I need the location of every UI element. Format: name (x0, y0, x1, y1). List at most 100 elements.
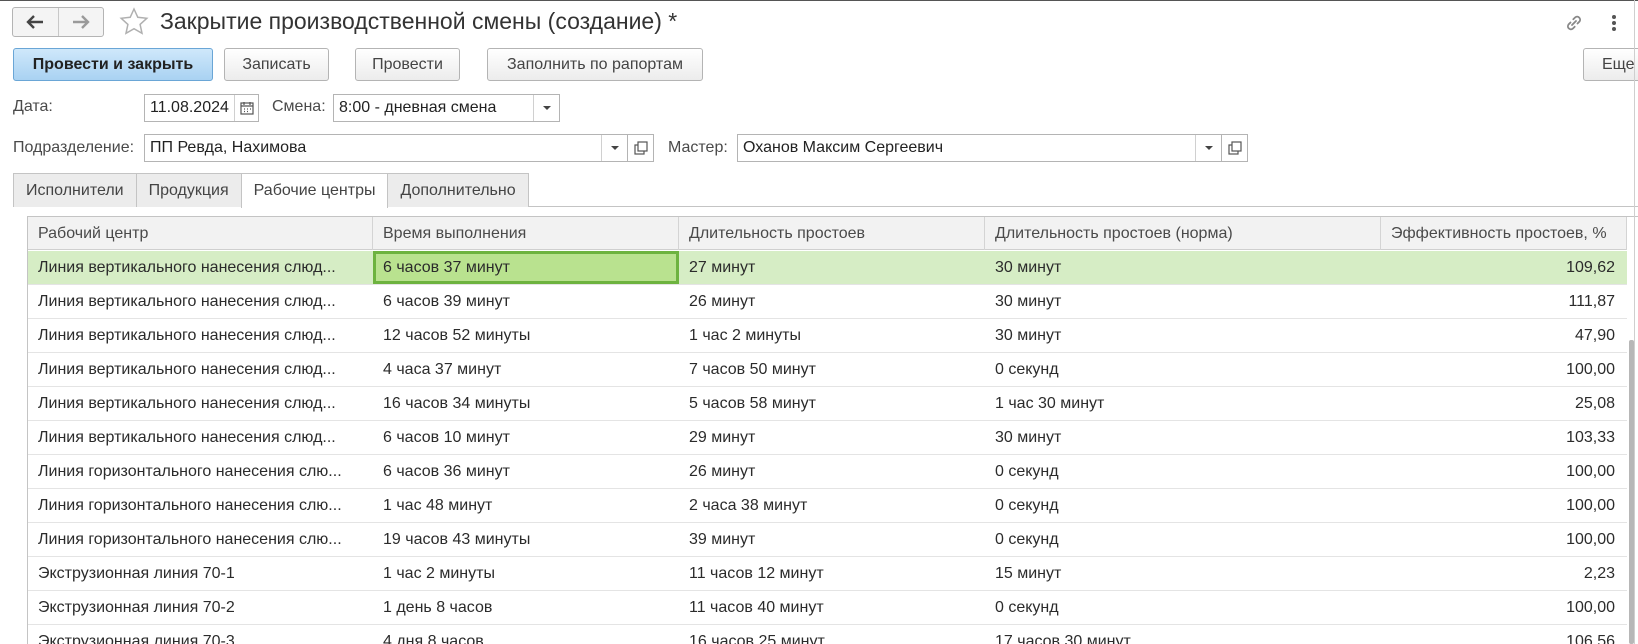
table-cell[interactable]: Линия горизонтального нанесения слю... (28, 489, 373, 522)
table-row[interactable]: Экструзионная линия 70-3 4 дня 8 часов 16 … (28, 625, 1627, 644)
table-row[interactable]: Экструзионная линия 70-1 1 час 2 минуты 11… (28, 557, 1627, 591)
table-cell[interactable]: Линия вертикального нанесения слюд... (28, 387, 373, 420)
table-cell[interactable]: 111,87 (1381, 285, 1627, 318)
table-cell[interactable]: 103,33 (1381, 421, 1627, 454)
table-cell[interactable]: 0 секунд (985, 523, 1381, 556)
master-field[interactable]: Оханов Максим Сергеевич (737, 134, 1222, 162)
tab-executors[interactable]: Исполнители (13, 173, 137, 207)
tab-additional[interactable]: Дополнительно (387, 173, 529, 207)
division-field[interactable]: ПП Ревда, Нахимова (144, 134, 628, 162)
table-cell[interactable]: 106,56 (1381, 625, 1627, 644)
table-cell[interactable]: 1 час 2 минуты (373, 557, 679, 590)
table-cell[interactable]: 0 секунд (985, 353, 1381, 386)
table-cell[interactable]: 11 часов 40 минут (679, 591, 985, 624)
more-button[interactable]: Еще (1583, 48, 1638, 81)
column-header[interactable]: Рабочий центр (28, 217, 373, 250)
table-cell[interactable]: 100,00 (1381, 455, 1627, 488)
table-cell[interactable]: 39 минут (679, 523, 985, 556)
date-field[interactable]: 11.08.2024 (144, 94, 259, 122)
save-button[interactable]: Записать (224, 48, 329, 81)
table-cell[interactable]: Линия вертикального нанесения слюд... (28, 285, 373, 318)
table-cell[interactable]: 30 минут (985, 319, 1381, 352)
master-open-button[interactable] (1222, 134, 1248, 162)
table-cell[interactable]: 29 минут (679, 421, 985, 454)
table-cell[interactable]: 30 минут (985, 421, 1381, 454)
table-cell[interactable]: 109,62 (1381, 251, 1627, 284)
table-cell[interactable]: Линия горизонтального нанесения слю... (28, 455, 373, 488)
tab-work-centers[interactable]: Рабочие центры (240, 173, 389, 208)
table-cell[interactable]: 19 часов 43 минуты (373, 523, 679, 556)
table-cell[interactable]: 100,00 (1381, 353, 1627, 386)
more-vertical-icon[interactable] (1606, 11, 1622, 35)
table-cell[interactable]: Экструзионная линия 70-1 (28, 557, 373, 590)
shift-dropdown-button[interactable] (533, 95, 559, 121)
table-cell[interactable]: 17 часов 30 минут (985, 625, 1381, 644)
fill-by-reports-button[interactable]: Заполнить по рапортам (487, 48, 703, 81)
table-row[interactable]: Линия вертикального нанесения слюд... 6 ч… (28, 251, 1627, 285)
table-row[interactable]: Экструзионная линия 70-2 1 день 8 часов 11… (28, 591, 1627, 625)
table-cell[interactable]: 2 часа 38 минут (679, 489, 985, 522)
table-cell[interactable]: Линия горизонтального нанесения слю... (28, 523, 373, 556)
table-row[interactable]: Линия горизонтального нанесения слю... 1 … (28, 489, 1627, 523)
back-button[interactable] (13, 8, 58, 36)
table-cell[interactable]: 16 часов 25 минут (679, 625, 985, 644)
table-cell[interactable]: 0 секунд (985, 455, 1381, 488)
table-cell[interactable]: 6 часов 10 минут (373, 421, 679, 454)
tab-products[interactable]: Продукция (135, 173, 242, 207)
table-cell[interactable]: 1 час 30 минут (985, 387, 1381, 420)
table-row[interactable]: Линия вертикального нанесения слюд... 6 ч… (28, 285, 1627, 319)
table-cell[interactable]: 1 день 8 часов (373, 591, 679, 624)
master-dropdown-button[interactable] (1195, 135, 1221, 161)
table-row[interactable]: Линия горизонтального нанесения слю... 19… (28, 523, 1627, 557)
table-row[interactable]: Линия вертикального нанесения слюд... 16 … (28, 387, 1627, 421)
table-cell[interactable]: 6 часов 39 минут (373, 285, 679, 318)
division-open-button[interactable] (628, 134, 654, 162)
table-row[interactable]: Линия вертикального нанесения слюд... 4 ч… (28, 353, 1627, 387)
table-cell[interactable]: 25,08 (1381, 387, 1627, 420)
column-header[interactable]: Длительность простоев (679, 217, 985, 250)
table-cell[interactable]: 4 дня 8 часов (373, 625, 679, 644)
division-dropdown-button[interactable] (601, 135, 627, 161)
table-cell[interactable]: 0 секунд (985, 591, 1381, 624)
table-cell[interactable]: 0 секунд (985, 489, 1381, 522)
table-row[interactable]: Линия вертикального нанесения слюд... 12 … (28, 319, 1627, 353)
table-cell[interactable]: 1 час 2 минуты (679, 319, 985, 352)
table-cell[interactable]: 11 часов 12 минут (679, 557, 985, 590)
table-cell[interactable]: 16 часов 34 минуты (373, 387, 679, 420)
table-cell[interactable]: 27 минут (679, 251, 985, 284)
star-icon[interactable] (118, 6, 150, 38)
forward-button[interactable] (57, 8, 104, 36)
table-cell[interactable]: 6 часов 36 минут (373, 455, 679, 488)
table-cell[interactable]: Экструзионная линия 70-2 (28, 591, 373, 624)
table-cell[interactable]: 12 часов 52 минуты (373, 319, 679, 352)
post-and-close-button[interactable]: Провести и закрыть (13, 48, 213, 81)
table-cell[interactable]: 6 часов 37 минут (373, 251, 679, 284)
post-button[interactable]: Провести (355, 48, 460, 81)
table-cell[interactable]: Линия вертикального нанесения слюд... (28, 251, 373, 284)
table-cell[interactable]: 7 часов 50 минут (679, 353, 985, 386)
table-cell[interactable]: Линия вертикального нанесения слюд... (28, 353, 373, 386)
column-header[interactable]: Длительность простоев (норма) (985, 217, 1381, 250)
table-cell[interactable]: 100,00 (1381, 523, 1627, 556)
table-cell[interactable]: 100,00 (1381, 591, 1627, 624)
table-cell[interactable]: 47,90 (1381, 319, 1627, 352)
table-cell[interactable]: 30 минут (985, 251, 1381, 284)
table-cell[interactable]: 2,23 (1381, 557, 1627, 590)
table-cell[interactable]: 15 минут (985, 557, 1381, 590)
table-cell[interactable]: Линия вертикального нанесения слюд... (28, 319, 373, 352)
table-row[interactable]: Линия вертикального нанесения слюд... 6 ч… (28, 421, 1627, 455)
table-cell[interactable]: 5 часов 58 минут (679, 387, 985, 420)
table-row[interactable]: Линия горизонтального нанесения слю... 6 … (28, 455, 1627, 489)
table-cell[interactable]: 26 минут (679, 455, 985, 488)
shift-field[interactable]: 8:00 - дневная смена (333, 94, 560, 122)
table-cell[interactable]: 30 минут (985, 285, 1381, 318)
table-cell[interactable]: 26 минут (679, 285, 985, 318)
table-cell[interactable]: 1 час 48 минут (373, 489, 679, 522)
table-cell[interactable]: 100,00 (1381, 489, 1627, 522)
work-centers-table[interactable]: Рабочий центр Время выполнения Длительно… (27, 216, 1638, 644)
link-icon[interactable] (1562, 11, 1586, 35)
column-header[interactable]: Эффективность простоев, % (1381, 217, 1627, 250)
calendar-button[interactable] (234, 95, 258, 121)
table-cell[interactable]: Линия вертикального нанесения слюд... (28, 421, 373, 454)
column-header[interactable]: Время выполнения (373, 217, 679, 250)
